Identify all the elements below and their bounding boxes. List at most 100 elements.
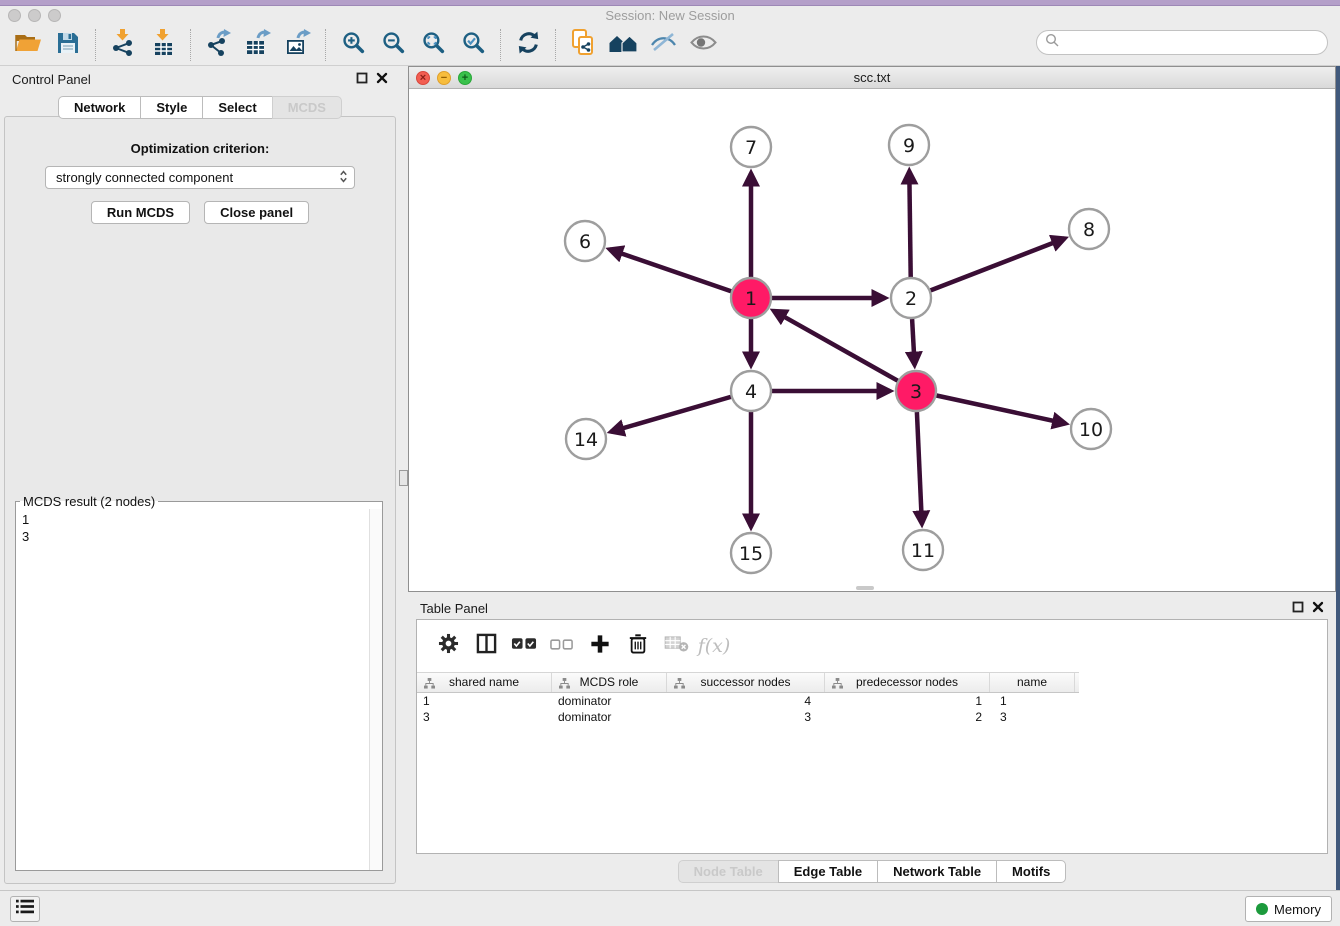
open-folder-icon xyxy=(15,31,42,59)
table-tab-motifs[interactable]: Motifs xyxy=(996,860,1066,883)
table-settings-button[interactable] xyxy=(429,628,467,664)
table-tab-node-table[interactable]: Node Table xyxy=(678,860,779,883)
graph-edge-3-1[interactable] xyxy=(774,311,898,381)
canvas-scroll-handle[interactable] xyxy=(856,586,874,590)
graph-edge-2-9[interactable] xyxy=(909,171,910,277)
table-tab-network-table[interactable]: Network Table xyxy=(877,860,997,883)
criterion-dropdown[interactable]: strongly connected component xyxy=(45,166,355,189)
split-view-button[interactable] xyxy=(467,628,505,664)
export-image-button[interactable] xyxy=(278,27,318,63)
graph-node-1[interactable]: 1 xyxy=(731,278,771,318)
table-cell: 3 xyxy=(990,709,1075,725)
graph-edge-4-14[interactable] xyxy=(611,397,731,432)
close-panel-button[interactable]: Close panel xyxy=(204,201,309,224)
import-table-button[interactable] xyxy=(143,27,183,63)
main-toolbar xyxy=(0,25,1340,66)
column-header-label: successor nodes xyxy=(700,675,790,689)
graph-edge-3-11[interactable] xyxy=(917,412,922,524)
add-column-button[interactable] xyxy=(581,628,619,664)
column-header-MCDS-role[interactable]: MCDS role xyxy=(552,673,667,692)
result-scrollbar[interactable] xyxy=(369,509,382,870)
mcds-result-line: 3 xyxy=(22,528,363,545)
graph-node-label: 14 xyxy=(574,429,598,451)
table-row[interactable]: 3dominator323 xyxy=(417,709,1327,725)
graph-node-2[interactable]: 2 xyxy=(891,278,931,318)
minimize-network-button[interactable]: − xyxy=(437,71,451,85)
network-title: scc.txt xyxy=(409,67,1335,88)
float-table-panel-icon[interactable] xyxy=(1292,601,1304,616)
zoom-in-button[interactable] xyxy=(333,27,373,63)
delete-column-button[interactable] xyxy=(619,628,657,664)
graph-edge-2-3[interactable] xyxy=(912,319,915,365)
clone-network-button[interactable] xyxy=(563,27,603,63)
hide-selected-button[interactable] xyxy=(643,27,683,63)
memory-button[interactable]: Memory xyxy=(1245,896,1332,922)
close-panel-icon[interactable] xyxy=(376,72,388,87)
run-mcds-button[interactable]: Run MCDS xyxy=(91,201,190,224)
tab-network[interactable]: Network xyxy=(58,96,141,119)
graph-node-4[interactable]: 4 xyxy=(731,371,771,411)
network-view-window: × − + scc.txt 7 9 6 8 1 2 4 3 14 10 15 11 xyxy=(408,66,1336,592)
table-cell: dominator xyxy=(552,693,667,709)
graph-node-9[interactable]: 9 xyxy=(889,125,929,165)
graph-node-7[interactable]: 7 xyxy=(731,127,771,167)
node-table: f(x) shared name MCDS role successor nodes… xyxy=(416,619,1328,854)
close-table-panel-icon[interactable] xyxy=(1312,601,1324,616)
zoom-out-button[interactable] xyxy=(373,27,413,63)
column-header-label: predecessor nodes xyxy=(856,675,958,689)
network-window-titlebar[interactable]: × − + scc.txt xyxy=(409,67,1335,89)
fx-icon: f(x) xyxy=(698,635,731,657)
graph-node-11[interactable]: 11 xyxy=(903,530,943,570)
save-session-button[interactable] xyxy=(48,27,88,63)
refresh-view-button[interactable] xyxy=(508,27,548,63)
float-panel-icon[interactable] xyxy=(356,72,368,87)
close-window-button[interactable] xyxy=(8,9,21,22)
panel-splitter-handle[interactable] xyxy=(399,470,408,486)
deselect-all-columns-button[interactable] xyxy=(543,628,581,664)
show-selected-button[interactable] xyxy=(683,27,723,63)
zoom-in-icon xyxy=(341,30,366,60)
graph-edge-2-8[interactable] xyxy=(931,238,1065,290)
show-panels-button[interactable] xyxy=(10,896,40,922)
show-all-networks-button[interactable] xyxy=(603,27,643,63)
graph-node-14[interactable]: 14 xyxy=(566,419,606,459)
split-columns-icon xyxy=(476,633,497,659)
function-builder-button: f(x) xyxy=(695,628,733,664)
graph-edge-1-6[interactable] xyxy=(610,249,732,291)
close-network-button[interactable]: × xyxy=(416,71,430,85)
zoom-window-button[interactable] xyxy=(48,9,61,22)
graph-edge-3-10[interactable] xyxy=(937,396,1066,424)
graph-node-8[interactable]: 8 xyxy=(1069,209,1109,249)
graph-node-6[interactable]: 6 xyxy=(565,221,605,261)
table-body: 1dominator4113dominator323 xyxy=(417,693,1327,725)
tab-mcds[interactable]: MCDS xyxy=(272,96,342,119)
graph-node-label: 6 xyxy=(579,231,591,253)
export-network-button[interactable] xyxy=(198,27,238,63)
import-network-button[interactable] xyxy=(103,27,143,63)
network-graph[interactable]: 7 9 6 8 1 2 4 3 14 10 15 11 xyxy=(409,89,1335,592)
open-session-button[interactable] xyxy=(8,27,48,63)
maximize-network-button[interactable]: + xyxy=(458,71,472,85)
graph-node-10[interactable]: 10 xyxy=(1071,409,1111,449)
minimize-window-button[interactable] xyxy=(28,9,41,22)
column-header-successor-nodes[interactable]: successor nodes xyxy=(667,673,825,692)
tab-select[interactable]: Select xyxy=(202,96,272,119)
column-header-name[interactable]: name xyxy=(990,673,1075,692)
column-header-shared-name[interactable]: shared name xyxy=(417,673,552,692)
table-cell: 1 xyxy=(417,693,552,709)
network-canvas[interactable]: 7 9 6 8 1 2 4 3 14 10 15 11 xyxy=(409,89,1335,591)
tab-style[interactable]: Style xyxy=(140,96,203,119)
select-all-columns-button[interactable] xyxy=(505,628,543,664)
search-box[interactable] xyxy=(1036,30,1328,55)
search-input[interactable] xyxy=(1059,35,1319,50)
zoom-selected-button[interactable] xyxy=(453,27,493,63)
table-tab-edge-table[interactable]: Edge Table xyxy=(778,860,878,883)
export-table-button[interactable] xyxy=(238,27,278,63)
table-row[interactable]: 1dominator411 xyxy=(417,693,1327,709)
column-header-predecessor-nodes[interactable]: predecessor nodes xyxy=(825,673,990,692)
graph-node-15[interactable]: 15 xyxy=(731,533,771,573)
column-header-label: MCDS role xyxy=(580,675,639,689)
graph-node-3[interactable]: 3 xyxy=(896,371,936,411)
zoom-fit-button[interactable] xyxy=(413,27,453,63)
gear-icon xyxy=(438,633,459,659)
